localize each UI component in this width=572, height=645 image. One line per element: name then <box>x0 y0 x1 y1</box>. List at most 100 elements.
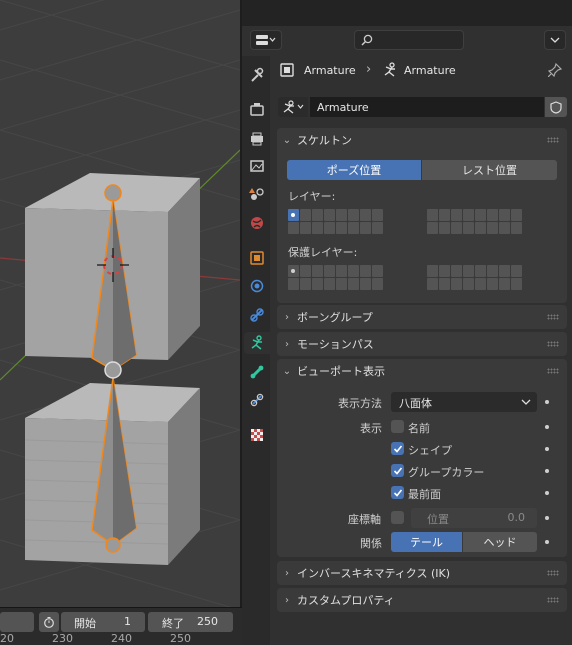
end-frame-field[interactable] <box>148 612 233 632</box>
axes-label: 座標軸 <box>348 513 381 526</box>
tab-scene[interactable] <box>246 183 268 205</box>
search-input[interactable] <box>354 30 464 50</box>
drag-handle-icon[interactable] <box>547 368 559 374</box>
drag-handle-icon[interactable] <box>547 597 559 603</box>
custom-properties-panel[interactable]: › カスタムプロパティ <box>277 588 567 612</box>
motion-paths-panel[interactable]: › モーションパス <box>277 332 567 356</box>
skeleton-panel-header[interactable]: ⌄ スケルトン <box>277 128 567 152</box>
render-icon <box>250 103 264 116</box>
shapes-checkbox[interactable] <box>391 442 404 455</box>
bone-groups-panel[interactable]: › ボーングループ <box>277 305 567 329</box>
layers-label: レイヤー: <box>288 190 336 203</box>
chevron-down-icon: ⌄ <box>282 365 292 377</box>
keyframe-dot-icon[interactable] <box>545 400 549 404</box>
bone-groups-panel-header[interactable]: › ボーングループ <box>277 305 567 329</box>
group-colors-label: グループカラー <box>408 466 485 479</box>
stopwatch-icon[interactable] <box>39 612 59 632</box>
tab-armature-data[interactable] <box>244 332 270 354</box>
object-icon <box>250 251 264 265</box>
tab-world[interactable] <box>246 212 268 234</box>
datablock-name-field[interactable]: Armature <box>310 97 544 117</box>
layers-grid-right[interactable] <box>427 209 522 234</box>
check-icon <box>393 444 402 453</box>
tool-icon <box>251 67 264 82</box>
keyframe-dot-icon[interactable] <box>545 447 549 451</box>
timeline-left-field[interactable] <box>0 612 34 632</box>
group-colors-checkbox[interactable] <box>391 464 404 477</box>
in-front-checkbox[interactable] <box>391 486 404 499</box>
frame-number: 250 <box>170 632 191 645</box>
properties-editor-icon <box>256 35 276 45</box>
ik-panel[interactable]: › インバースキネマティクス (IK) <box>277 561 567 585</box>
options-dropdown-button[interactable] <box>544 30 566 50</box>
keyframe-dot-icon[interactable] <box>545 516 549 520</box>
breadcrumb-separator-icon: › <box>366 62 372 77</box>
editor-type-button[interactable] <box>250 30 282 50</box>
object-data-icon <box>280 63 296 79</box>
motion-paths-panel-header[interactable]: › モーションパス <box>277 332 567 356</box>
tab-constraints[interactable] <box>246 304 268 326</box>
tab-object[interactable] <box>246 247 268 269</box>
frame-number: 230 <box>52 632 73 645</box>
skeleton-panel: ⌄ スケルトン ポーズ位置 レスト位置 レイヤー: 保護レイヤー: <box>277 128 567 303</box>
tab-tool[interactable] <box>246 64 268 86</box>
axes-position-field[interactable]: 位置 0.0 <box>411 508 537 528</box>
tab-render[interactable] <box>246 98 268 120</box>
tab-bone-constraints[interactable] <box>246 389 268 411</box>
protected-layers-grid-right[interactable] <box>427 265 522 290</box>
datablock-browse-button[interactable] <box>278 97 308 117</box>
drag-handle-icon[interactable] <box>547 570 559 576</box>
panel-title: ビューポート表示 <box>297 365 385 378</box>
chevron-right-icon: › <box>285 311 289 323</box>
viewport-scene[interactable] <box>0 0 240 607</box>
layers-grid-left[interactable] <box>288 209 383 234</box>
chevron-down-icon: ⌄ <box>282 134 292 146</box>
drag-handle-icon[interactable] <box>547 314 559 320</box>
names-label: 名前 <box>408 422 430 435</box>
ik-panel-header[interactable]: › インバースキネマティクス (IK) <box>277 561 567 585</box>
shapes-label: シェイプ <box>408 444 452 457</box>
protected-layers-grid-left[interactable] <box>288 265 383 290</box>
end-frame-label: 終了 <box>162 617 184 630</box>
display-as-label: 表示方法 <box>338 397 382 410</box>
world-icon <box>251 217 263 229</box>
viewport-display-panel-header[interactable]: ⌄ ビューポート表示 <box>277 359 567 383</box>
area-divider <box>242 0 572 26</box>
drag-handle-icon[interactable] <box>547 341 559 347</box>
keyframe-dot-icon[interactable] <box>545 540 549 544</box>
tab-bone[interactable] <box>246 361 268 383</box>
scene-icon <box>249 188 264 200</box>
axes-checkbox[interactable] <box>391 511 404 524</box>
chevron-down-icon <box>521 399 531 405</box>
keyframe-dot-icon[interactable] <box>545 425 549 429</box>
tab-modifiers[interactable] <box>246 275 268 297</box>
fake-user-button[interactable] <box>545 97 567 117</box>
display-as-dropdown[interactable]: 八面体 <box>391 392 537 412</box>
3d-viewport[interactable] <box>0 0 240 607</box>
pose-position-button[interactable]: ポーズ位置 <box>287 160 421 180</box>
bone-constraint-icon <box>250 393 264 407</box>
physics-icon <box>250 279 264 293</box>
properties-header <box>242 26 572 56</box>
drag-handle-icon[interactable] <box>547 137 559 143</box>
tab-texture[interactable] <box>246 424 268 446</box>
tab-view-layer[interactable] <box>246 155 268 177</box>
in-front-label: 最前面 <box>408 488 441 501</box>
relation-head-button[interactable]: ヘッド <box>463 532 537 552</box>
check-icon <box>393 466 402 475</box>
relation-label: 関係 <box>360 537 382 550</box>
custom-properties-panel-header[interactable]: › カスタムプロパティ <box>277 588 567 612</box>
names-checkbox[interactable] <box>391 420 404 433</box>
tab-output[interactable] <box>246 128 268 150</box>
rest-position-button[interactable]: レスト位置 <box>422 160 557 180</box>
keyframe-dot-icon[interactable] <box>545 469 549 473</box>
pin-icon[interactable] <box>547 62 563 80</box>
display-as-value: 八面体 <box>399 397 432 410</box>
properties-tab-strip <box>242 56 270 645</box>
keyframe-dot-icon[interactable] <box>545 491 549 495</box>
relation-tail-button[interactable]: テール <box>391 532 462 552</box>
chevron-right-icon: › <box>285 594 289 606</box>
check-icon <box>393 488 402 497</box>
bone-icon <box>250 365 264 379</box>
frame-number: 20 <box>0 632 14 645</box>
